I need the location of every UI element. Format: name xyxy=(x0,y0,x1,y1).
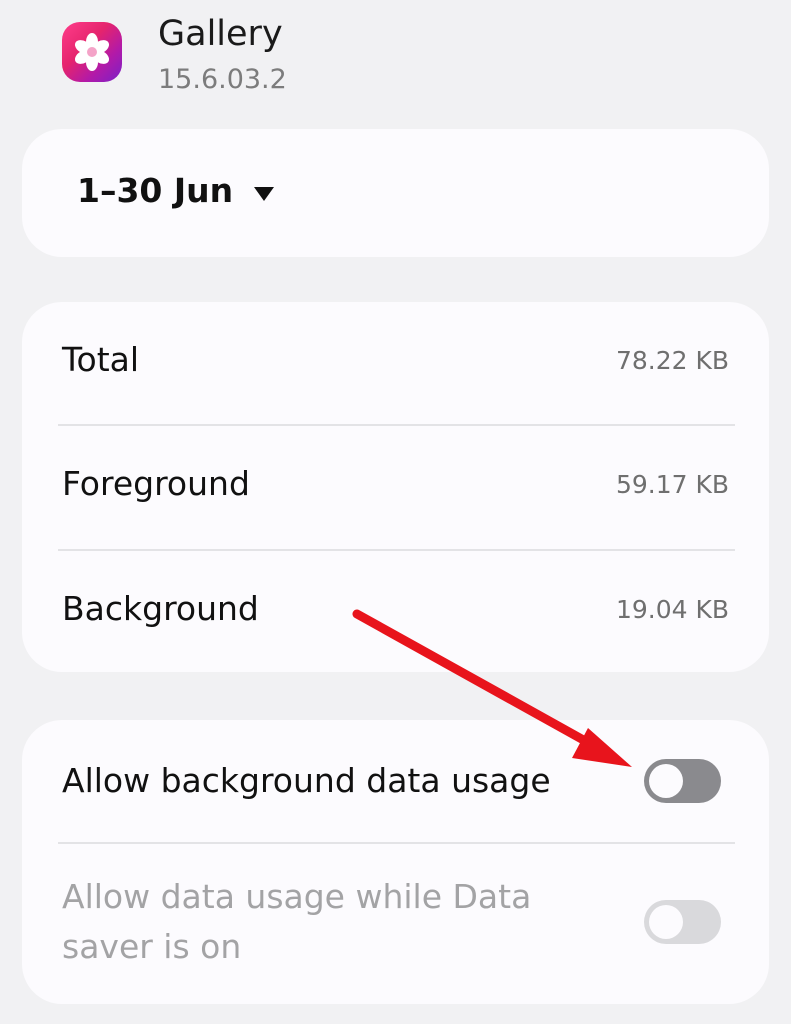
usage-value: 19.04 KB xyxy=(615,595,729,624)
dropdown-triangle-icon xyxy=(254,187,274,201)
usage-row-background: Background 19.04 KB xyxy=(22,551,769,675)
usage-value: 59.17 KB xyxy=(615,470,729,499)
app-data-usage-screen: Gallery 15.6.03.2 1–30 Jun Total 78.22 K… xyxy=(0,0,791,1024)
usage-card: Total 78.22 KB Foreground 59.17 KB Backg… xyxy=(22,302,769,672)
period-selector[interactable]: 1–30 Jun xyxy=(22,129,769,257)
setting-data-saver: Allow data usage while Data saver is on xyxy=(22,844,769,1004)
app-version: 15.6.03.2 xyxy=(158,64,287,95)
toggle-knob xyxy=(649,764,683,798)
settings-card: Allow background data usage Allow data u… xyxy=(22,720,769,1004)
background-data-toggle[interactable] xyxy=(644,759,721,803)
setting-background-data[interactable]: Allow background data usage xyxy=(22,720,769,842)
usage-label: Background xyxy=(62,589,259,628)
data-saver-toggle xyxy=(644,900,721,944)
setting-label: Allow data usage while Data saver is on xyxy=(62,877,532,966)
app-name: Gallery xyxy=(158,14,283,54)
period-label: 1–30 Jun xyxy=(77,171,234,210)
usage-value: 78.22 KB xyxy=(615,346,729,375)
usage-label: Foreground xyxy=(62,464,250,503)
gallery-flower-icon xyxy=(62,22,122,82)
app-header: Gallery 15.6.03.2 xyxy=(62,12,762,102)
usage-row-foreground: Foreground 59.17 KB xyxy=(22,426,769,550)
setting-label: Allow background data usage xyxy=(62,761,551,800)
usage-label: Total xyxy=(62,340,140,379)
toggle-knob xyxy=(649,905,683,939)
usage-row-total: Total 78.22 KB xyxy=(22,302,769,426)
